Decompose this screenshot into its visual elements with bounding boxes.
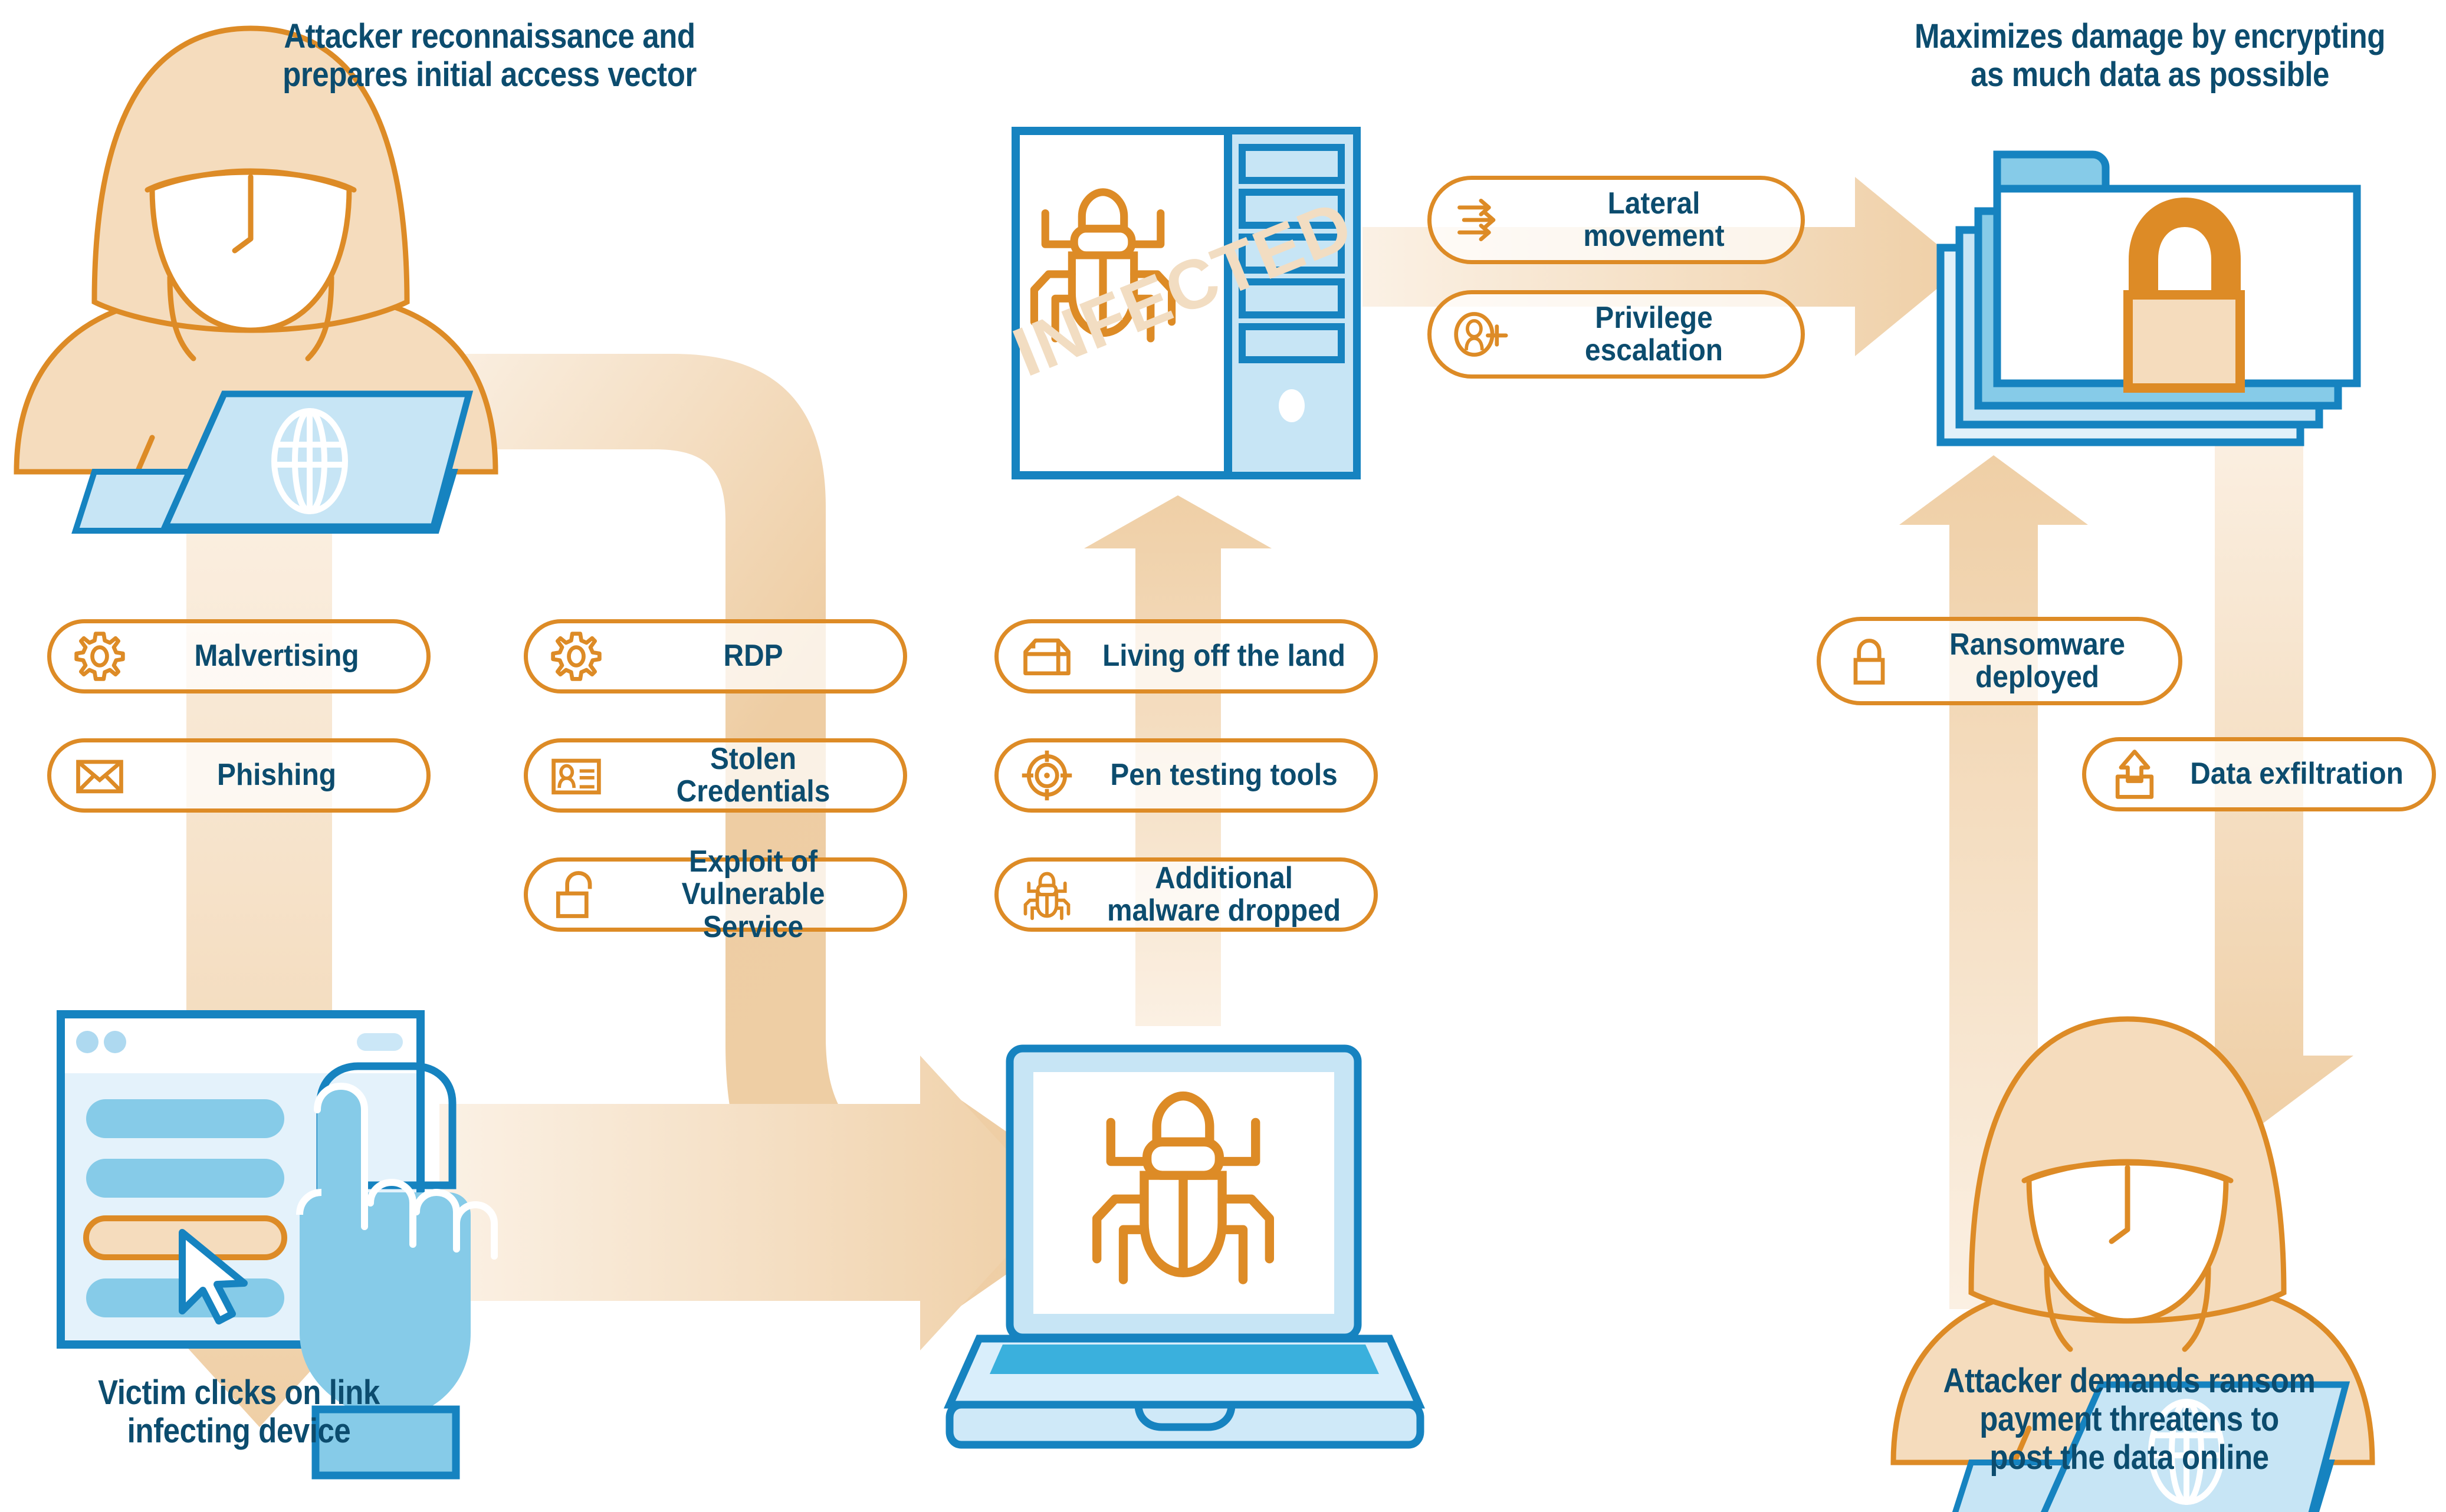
pill-label: Additional malware dropped: [1107, 860, 1341, 928]
bug-icon: [1030, 188, 1176, 343]
closed-padlock-icon: [2123, 197, 2245, 393]
id-card-icon: [543, 742, 609, 808]
pill-label: Living off the land: [1102, 639, 1346, 673]
pill-exploit-vulnerable-service[interactable]: Exploit of Vulnerable Service: [524, 846, 907, 943]
pill-stolen-credentials[interactable]: Stolen Credentials: [524, 738, 907, 813]
infected-stamp: INFECTED: [1003, 186, 1363, 392]
pill-ransomware-deployed[interactable]: Ransomware deployed: [1817, 617, 2182, 705]
three-arrows-right-icon: [1447, 187, 1513, 253]
pill-label: Lateral movement: [1583, 186, 1725, 253]
arrow-attacker-curve-to-laptop: [413, 354, 1109, 1318]
pill-label: Ransomware deployed: [1949, 627, 2125, 694]
pill-living-off-the-land[interactable]: Living off the land: [994, 619, 1378, 693]
infected-server-tower-icon: INFECTED: [1003, 127, 1364, 479]
arrow-victim-to-laptop: [439, 1056, 1056, 1350]
pill-label: Phishing: [217, 758, 337, 793]
crosshair-target-icon: [1014, 742, 1080, 808]
gear-icon: [543, 623, 609, 689]
infected-laptop-bug-icon: [943, 1044, 1426, 1449]
pill-rdp[interactable]: RDP: [524, 619, 907, 693]
toolbox-icon: [1014, 623, 1080, 689]
pill-label: Malvertising: [194, 639, 359, 673]
bug-icon: [1014, 862, 1080, 928]
pill-label: RDP: [723, 639, 783, 673]
pill-malvertising[interactable]: Malvertising: [47, 619, 431, 693]
pill-label: Data exfiltration: [2190, 757, 2404, 791]
pill-phishing[interactable]: Phishing: [47, 738, 431, 813]
attacker-hooded-figure-laptop-icon: [14, 25, 498, 534]
arrow-attacker-to-victim: [131, 472, 388, 1427]
user-plus-icon: [1447, 301, 1513, 367]
pill-privilege-escalation[interactable]: Privilege escalation: [1427, 290, 1805, 379]
pill-data-exfiltration[interactable]: Data exfiltration: [2082, 737, 2436, 811]
heading-attacker-reconnaissance: Attacker reconnaissance and prepares ini…: [283, 17, 697, 94]
arrow-files-up: [1899, 455, 2088, 1309]
caption-victim-clicks-link: Victim clicks on link infecting device: [98, 1373, 380, 1450]
pill-label: Privilege escalation: [1585, 300, 1723, 367]
pill-label: Stolen Credentials: [676, 741, 830, 808]
pill-pen-testing-tools[interactable]: Pen testing tools: [994, 738, 1378, 813]
envelope-icon: [67, 742, 133, 808]
caption-attacker-demands-ransom: Attacker demands ransom payment threaten…: [1943, 1362, 2316, 1477]
gear-icon: [67, 623, 133, 689]
ransomware-attack-flow-diagram: INFECTED Attacker reconnaissance and pre…: [0, 0, 2446, 1512]
pill-additional-malware-dropped[interactable]: Additional malware dropped: [994, 857, 1378, 932]
upload-box-icon: [2102, 741, 2168, 807]
closed-padlock-icon: [1836, 628, 1902, 694]
encrypted-file-stack-padlock-icon: [1936, 150, 2361, 446]
open-padlock-icon: [543, 862, 609, 928]
heading-maximizes-damage: Maximizes damage by encrypting as much d…: [1914, 17, 2386, 94]
pill-label: Pen testing tools: [1110, 758, 1338, 793]
globe-icon: [271, 408, 348, 514]
pill-label: Exploit of Vulnerable Service: [681, 844, 825, 944]
pill-lateral-movement[interactable]: Lateral movement: [1427, 176, 1805, 264]
bug-icon: [1092, 1091, 1274, 1284]
